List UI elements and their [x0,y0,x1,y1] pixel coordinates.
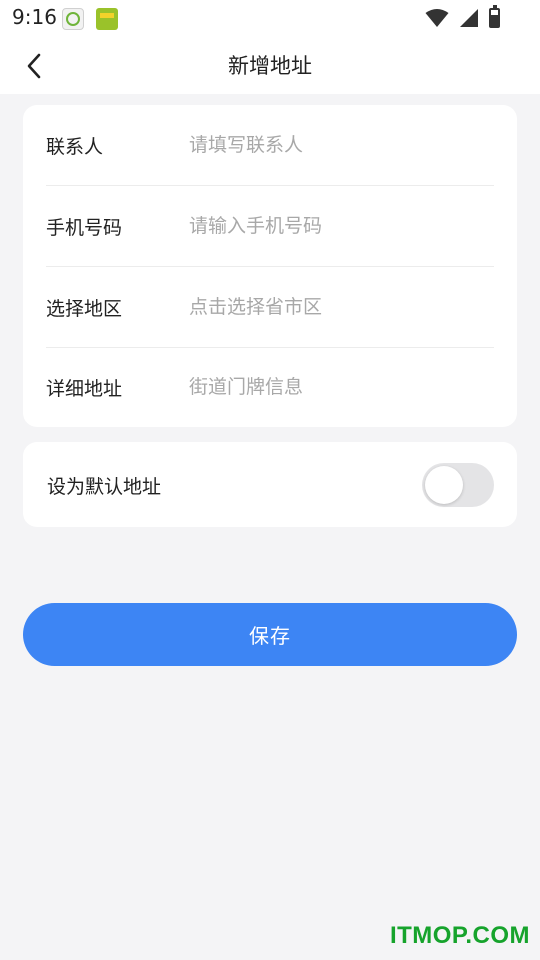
status-bar: 9:16 [0,0,540,36]
phone-label: 手机号码 [46,216,123,239]
cell-signal-icon [460,9,478,27]
status-indicators [425,5,500,29]
default-address-card: 设为默认地址 [23,442,517,527]
default-address-toggle[interactable] [422,463,494,507]
detail-address-label: 详细地址 [46,377,123,400]
detail-address-input[interactable] [189,376,494,398]
page-title: 新增地址 [228,54,312,78]
yk-app-icon [62,8,84,30]
header-bar: 新增地址 [0,36,540,94]
contact-label: 联系人 [46,135,104,158]
watermark-text: ITMOP.COM [389,922,530,949]
default-address-label: 设为默认地址 [47,476,162,498]
toggle-knob [425,466,463,504]
phone-input[interactable] [189,215,494,237]
phone-row: 手机号码 [46,186,494,267]
contact-row: 联系人 [46,105,494,186]
region-row[interactable]: 选择地区 [46,267,494,348]
green-app-icon [96,8,118,30]
address-form-card: 联系人 手机号码 选择地区 详细地址 [23,105,517,427]
region-selector[interactable] [189,296,494,318]
wifi-icon [425,9,449,27]
region-label: 选择地区 [46,297,123,320]
contact-input[interactable] [189,134,494,156]
detail-address-row: 详细地址 [46,347,494,427]
save-button[interactable]: 保存 [23,603,517,666]
battery-icon [489,5,500,28]
status-time: 9:16 [12,5,57,29]
